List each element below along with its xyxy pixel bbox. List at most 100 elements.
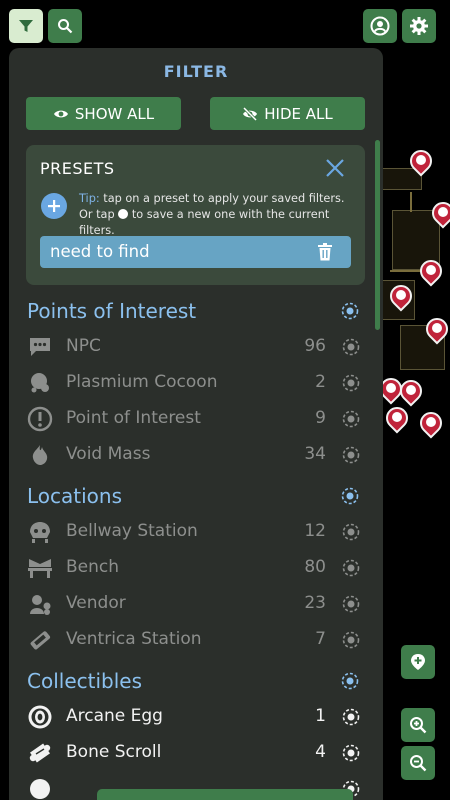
gear-icon bbox=[410, 17, 428, 35]
filter-row-name: Void Mass bbox=[66, 444, 151, 464]
filter-row-name: Vendor bbox=[66, 593, 126, 613]
account-icon bbox=[370, 16, 390, 36]
presets-card: PRESETS Tip: tap on a preset to apply yo… bbox=[26, 145, 365, 285]
filter-row-name: Point of Interest bbox=[66, 408, 201, 428]
zoom-in-button[interactable] bbox=[401, 708, 435, 742]
filter-row-count: 7 bbox=[315, 629, 326, 649]
filter-row-name: NPC bbox=[66, 336, 101, 356]
add-preset-button[interactable] bbox=[41, 193, 67, 219]
filter-row-name: Plasmium Cocoon bbox=[66, 372, 218, 392]
filter-button[interactable] bbox=[9, 9, 43, 43]
preset-item-label: need to find bbox=[50, 242, 150, 261]
preset-item[interactable]: need to find bbox=[40, 236, 351, 268]
toggle-icon[interactable] bbox=[342, 744, 360, 762]
map-pin[interactable] bbox=[395, 375, 427, 408]
plus-circle-icon bbox=[118, 209, 129, 219]
map-pin[interactable] bbox=[381, 402, 413, 435]
tip-text: Tip: tap on a preset to apply your saved… bbox=[79, 191, 359, 239]
map-pin[interactable] bbox=[421, 313, 450, 346]
filter-row-void-mass[interactable]: Void Mass 34 bbox=[26, 440, 366, 470]
map-path bbox=[410, 192, 412, 212]
filter-row-count: 12 bbox=[304, 521, 326, 541]
ventrica-icon bbox=[26, 626, 54, 654]
filter-row-count: 4 bbox=[315, 742, 326, 762]
map-pin[interactable] bbox=[427, 197, 450, 230]
plus-icon bbox=[48, 200, 60, 212]
zoom-out-icon bbox=[410, 755, 427, 772]
map-pin[interactable] bbox=[385, 280, 417, 313]
filter-row-count: 9 bbox=[315, 408, 326, 428]
settings-button[interactable] bbox=[402, 9, 436, 43]
npc-icon bbox=[26, 333, 54, 361]
trash-icon[interactable] bbox=[317, 243, 333, 261]
section-toggle-icon[interactable] bbox=[341, 672, 359, 690]
toggle-icon[interactable] bbox=[342, 523, 360, 541]
zoom-out-button[interactable] bbox=[401, 746, 435, 780]
filter-row-bone-scroll[interactable]: Bone Scroll 4 bbox=[26, 738, 366, 768]
filter-row-count: 2 bbox=[315, 372, 326, 392]
filter-row-ventrica-station[interactable]: Ventrica Station 7 bbox=[26, 625, 366, 655]
hide-all-button[interactable]: HIDE ALL bbox=[210, 97, 365, 130]
hide-all-label: HIDE ALL bbox=[264, 104, 333, 123]
account-button[interactable] bbox=[363, 9, 397, 43]
arcane-egg-icon bbox=[26, 703, 54, 731]
filter-row-vendor[interactable]: Vendor 23 bbox=[26, 589, 366, 619]
toggle-icon[interactable] bbox=[342, 446, 360, 464]
zoom-in-icon bbox=[410, 717, 427, 734]
tip-label: Tip: bbox=[79, 192, 100, 205]
cocoon-icon bbox=[26, 369, 54, 397]
section-title-locations: Locations bbox=[27, 484, 123, 508]
filter-row-count: 96 bbox=[304, 336, 326, 356]
filter-row-plasmium-cocoon[interactable]: Plasmium Cocoon 2 bbox=[26, 368, 366, 398]
close-icon[interactable] bbox=[324, 157, 346, 179]
filter-row-bellway-station[interactable]: Bellway Station 12 bbox=[26, 517, 366, 547]
filter-row-name: Bench bbox=[66, 557, 120, 577]
filter-row-count: 23 bbox=[304, 593, 326, 613]
section-toggle-icon[interactable] bbox=[341, 487, 359, 505]
section-title-collectibles: Collectibles bbox=[27, 669, 142, 693]
filter-row-arcane-egg[interactable]: Arcane Egg 1 bbox=[26, 702, 366, 732]
toggle-icon[interactable] bbox=[342, 338, 360, 356]
section-title-points-of-interest: Points of Interest bbox=[27, 299, 197, 323]
map-pin[interactable] bbox=[415, 255, 447, 288]
toggle-icon[interactable] bbox=[342, 559, 360, 577]
filter-row-name: Bellway Station bbox=[66, 521, 198, 541]
filter-row-npc[interactable]: NPC 96 bbox=[26, 332, 366, 362]
filter-row-name: Bone Scroll bbox=[66, 742, 162, 762]
filter-row-bench[interactable]: Bench 80 bbox=[26, 553, 366, 583]
exclamation-icon bbox=[26, 405, 54, 433]
filter-icon bbox=[19, 20, 33, 32]
map-pin[interactable] bbox=[405, 145, 437, 178]
eye-icon bbox=[53, 110, 68, 117]
bench-icon bbox=[26, 554, 54, 582]
toggle-icon[interactable] bbox=[342, 631, 360, 649]
filter-row-count: 1 bbox=[315, 706, 326, 726]
search-icon bbox=[58, 19, 73, 34]
filter-row-count: 80 bbox=[304, 557, 326, 577]
panel-scrollbar[interactable] bbox=[375, 140, 380, 330]
bone-scroll-icon bbox=[26, 739, 54, 767]
presets-title: PRESETS bbox=[40, 159, 115, 178]
section-toggle-icon[interactable] bbox=[341, 302, 359, 320]
search-button[interactable] bbox=[48, 9, 82, 43]
toggle-icon[interactable] bbox=[342, 708, 360, 726]
toggle-icon[interactable] bbox=[342, 410, 360, 428]
show-all-button[interactable]: SHOW ALL bbox=[26, 97, 181, 130]
show-all-label: SHOW ALL bbox=[74, 104, 155, 123]
add-marker-icon bbox=[411, 654, 425, 670]
bottom-drawer-handle[interactable] bbox=[97, 789, 353, 800]
filter-row-name: Arcane Egg bbox=[66, 706, 163, 726]
filter-row-name: Ventrica Station bbox=[66, 629, 202, 649]
toggle-icon[interactable] bbox=[342, 374, 360, 392]
filter-row-count: 34 bbox=[304, 444, 326, 464]
add-marker-button[interactable] bbox=[401, 645, 435, 679]
map-screen: FILTER SHOW ALL HIDE ALL PRESETS Tip: ta… bbox=[0, 0, 450, 800]
filter-panel: FILTER SHOW ALL HIDE ALL PRESETS Tip: ta… bbox=[9, 48, 383, 800]
collectible-icon bbox=[26, 775, 54, 800]
map-pin[interactable] bbox=[415, 407, 447, 440]
panel-title: FILTER bbox=[163, 62, 229, 81]
bellway-icon bbox=[26, 518, 54, 546]
toggle-icon[interactable] bbox=[342, 595, 360, 613]
filter-row-point-of-interest[interactable]: Point of Interest 9 bbox=[26, 404, 366, 434]
void-mass-icon bbox=[26, 441, 54, 469]
